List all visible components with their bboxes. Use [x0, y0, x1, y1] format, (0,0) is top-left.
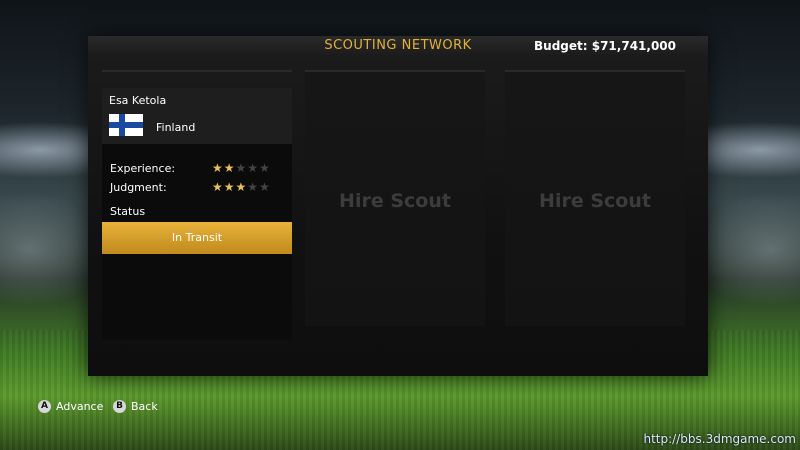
watermark: http://bbs.3dmgame.com [643, 432, 797, 446]
divider [102, 70, 292, 72]
hire-scout-slot-1[interactable]: Hire Scout [305, 72, 485, 326]
star-filled-icon: ★ [223, 180, 236, 194]
star-empty-icon: ★ [247, 161, 260, 175]
back-hint[interactable]: B Back [113, 400, 158, 413]
experience-label: Experience: [110, 162, 176, 175]
star-filled-icon: ★ [212, 161, 224, 175]
judgment-rating: ★★★★★ [212, 180, 271, 194]
scout-header: Esa Ketola Finland [102, 88, 292, 144]
scouting-panel: SCOUTING NETWORK Budget: $71,741,000 Esa… [88, 36, 708, 376]
a-button-icon: A [38, 400, 51, 413]
header-bar: SCOUTING NETWORK Budget: $71,741,000 [88, 36, 708, 56]
status-button[interactable]: In Transit [102, 222, 292, 254]
hire-scout-slot-2[interactable]: Hire Scout [505, 72, 685, 326]
experience-rating: ★★★★★ [212, 161, 271, 175]
star-empty-icon: ★ [259, 180, 271, 194]
advance-hint[interactable]: A Advance [38, 400, 103, 413]
star-empty-icon: ★ [235, 161, 248, 175]
star-filled-icon: ★ [223, 161, 236, 175]
finland-flag-icon [109, 114, 143, 136]
budget-display: Budget: $71,741,000 [534, 39, 676, 53]
star-filled-icon: ★ [235, 180, 248, 194]
scout-country: Finland [156, 121, 196, 134]
advance-label: Advance [56, 400, 104, 413]
judgment-label: Judgment: [110, 181, 167, 194]
hire-scout-label: Hire Scout [539, 190, 651, 212]
b-button-icon: B [113, 400, 126, 413]
scout-card[interactable]: Esa Ketola Finland Experience: ★★★★★ Jud… [102, 88, 292, 340]
status-label: Status [110, 205, 146, 218]
star-empty-icon: ★ [247, 180, 260, 194]
scout-name: Esa Ketola [109, 94, 167, 107]
hire-scout-label: Hire Scout [339, 190, 451, 212]
star-filled-icon: ★ [212, 180, 224, 194]
star-empty-icon: ★ [259, 161, 271, 175]
back-label: Back [131, 400, 158, 413]
